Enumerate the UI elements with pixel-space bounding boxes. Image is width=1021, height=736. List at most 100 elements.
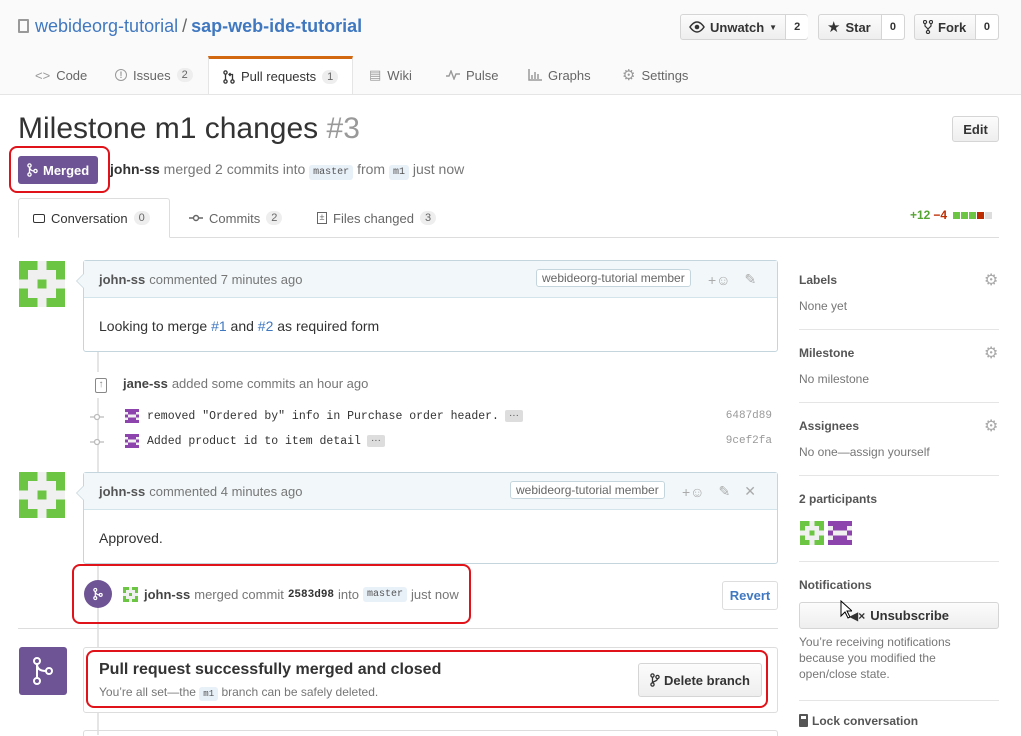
lock-conversation-link[interactable]: Lock conversation bbox=[799, 714, 918, 728]
eye-icon bbox=[689, 21, 705, 33]
comment-body: Approved. bbox=[99, 529, 163, 546]
comment-header: john-ss commented 7 minutes ago webideor… bbox=[84, 261, 777, 298]
revert-button[interactable]: Revert bbox=[722, 581, 778, 610]
merged-state-icon bbox=[19, 647, 67, 695]
pr-title-text: Milestone m1 changes bbox=[18, 112, 319, 145]
highlight-merged-badge bbox=[9, 146, 110, 193]
repo-owner-link[interactable]: webideorg-tutorial bbox=[35, 16, 178, 36]
head-branch: m1 bbox=[388, 165, 409, 180]
event-text: added some commits an hour ago bbox=[171, 376, 369, 391]
edit-title-button[interactable]: Edit bbox=[952, 116, 999, 142]
gear-icon[interactable]: ⚙ bbox=[984, 416, 998, 436]
star-count[interactable]: 0 bbox=[881, 15, 904, 39]
pencil-icon[interactable]: ✎ bbox=[744, 271, 756, 288]
lock-icon bbox=[799, 719, 808, 727]
timeline-divider bbox=[18, 628, 778, 629]
chevron-down-icon: ▼ bbox=[769, 22, 778, 32]
commit-message-link[interactable]: Added product id to item detail bbox=[147, 435, 361, 448]
tab-settings[interactable]: ⚙ Settings bbox=[622, 56, 688, 94]
tab-files-changed[interactable]: ± Files changed 3 bbox=[317, 198, 437, 238]
tab-pull-requests-label: Pull requests bbox=[241, 69, 317, 84]
highlight-merge-event bbox=[72, 564, 471, 624]
sidebar-assignees-heading[interactable]: Assignees bbox=[799, 419, 859, 433]
tab-conversation-label: Conversation bbox=[51, 210, 128, 226]
repo-icon bbox=[18, 19, 29, 33]
mouse-cursor-icon bbox=[840, 600, 852, 619]
comment-author-link[interactable]: john-ss bbox=[99, 272, 145, 287]
avatar[interactable] bbox=[19, 472, 65, 518]
unsubscribe-button[interactable]: ◀× Unsubscribe bbox=[799, 602, 999, 629]
conversation-counter: 0 bbox=[133, 211, 150, 225]
commit-sha-link[interactable]: 9cef2fa bbox=[726, 435, 772, 447]
gear-icon[interactable]: ⚙ bbox=[984, 270, 998, 290]
comment-form-edge bbox=[83, 730, 778, 736]
comment-header: john-ss commented 4 minutes ago webideor… bbox=[84, 473, 777, 510]
commit-icon bbox=[90, 436, 104, 446]
sidebar-assignees-value[interactable]: No one—assign yourself bbox=[799, 445, 930, 459]
sidebar-milestone-heading[interactable]: Milestone bbox=[799, 346, 854, 360]
commit-icon bbox=[189, 214, 203, 222]
tab-code[interactable]: <> Code bbox=[35, 56, 87, 94]
commit-icon bbox=[90, 411, 104, 421]
comment-author-link[interactable]: john-ss bbox=[99, 484, 145, 499]
star-button[interactable]: ★ Star 0 bbox=[818, 14, 905, 40]
tab-graphs[interactable]: Graphs bbox=[528, 56, 591, 94]
fork-count[interactable]: 0 bbox=[975, 15, 998, 39]
commit-message-link[interactable]: removed "Ordered by" info in Purchase or… bbox=[147, 410, 499, 423]
member-badge: webideorg-tutorial member bbox=[510, 481, 665, 499]
expand-commit-button[interactable]: ··· bbox=[504, 410, 523, 422]
tab-issues[interactable]: ! Issues 2 bbox=[115, 56, 193, 94]
watch-count[interactable]: 2 bbox=[786, 15, 809, 39]
tab-pulse-label: Pulse bbox=[466, 67, 499, 83]
tab-pulse[interactable]: Pulse bbox=[446, 56, 499, 94]
repo-name-link[interactable]: sap-web-ide-tutorial bbox=[191, 16, 362, 36]
tab-code-label: Code bbox=[56, 67, 88, 83]
avatar[interactable] bbox=[125, 434, 139, 448]
pr-author-link[interactable]: john-ss bbox=[110, 161, 160, 177]
unsubscribe-label: Unsubscribe bbox=[870, 608, 949, 623]
issue-icon: ! bbox=[115, 69, 127, 81]
repo-title: webideorg-tutorial / sap-web-ide-tutorial bbox=[18, 16, 362, 37]
notifications-text: You’re receiving notifications because y… bbox=[799, 635, 951, 681]
unwatch-button[interactable]: Unwatch ▼ 2 bbox=[680, 14, 809, 40]
star-icon: ★ bbox=[827, 19, 841, 36]
comment-timestamp[interactable]: commented 4 minutes ago bbox=[149, 484, 302, 499]
tab-pull-requests[interactable]: Pull requests 1 bbox=[208, 56, 354, 94]
avatar[interactable] bbox=[800, 521, 824, 545]
close-icon[interactable]: ✕ bbox=[744, 483, 756, 500]
issue-link-2[interactable]: #2 bbox=[258, 318, 274, 334]
avatar[interactable] bbox=[19, 261, 65, 307]
book-icon: ▤ bbox=[369, 67, 382, 82]
pencil-icon[interactable]: ✎ bbox=[718, 483, 730, 500]
repo-separator: / bbox=[182, 16, 188, 36]
tab-commits[interactable]: Commits 2 bbox=[189, 198, 283, 238]
repo-push-icon: ↑ bbox=[88, 372, 114, 398]
diffstat-bar bbox=[952, 208, 993, 222]
base-branch: master bbox=[309, 165, 354, 180]
sidebar-milestone-value: No milestone bbox=[799, 372, 870, 386]
expand-commit-button[interactable]: ··· bbox=[366, 435, 385, 447]
issue-link-1[interactable]: #1 bbox=[211, 318, 227, 334]
diffstat-deletions: −4 bbox=[933, 208, 948, 222]
event-author-link[interactable]: jane-ss bbox=[123, 376, 168, 391]
graph-icon bbox=[528, 69, 542, 81]
file-diff-icon: ± bbox=[317, 212, 327, 224]
member-badge: webideorg-tutorial member bbox=[536, 269, 691, 287]
sidebar-participants-heading: 2 participants bbox=[799, 492, 878, 506]
sidebar-labels-heading[interactable]: Labels bbox=[799, 273, 837, 287]
tab-wiki[interactable]: ▤ Wiki bbox=[369, 56, 412, 94]
tab-conversation[interactable]: Conversation 0 bbox=[18, 198, 170, 238]
avatar[interactable] bbox=[125, 409, 139, 423]
add-reaction-icon[interactable]: +☺ bbox=[682, 484, 704, 500]
comment-timestamp[interactable]: commented 7 minutes ago bbox=[149, 272, 302, 287]
comment-icon bbox=[33, 213, 45, 223]
add-reaction-icon[interactable]: +☺ bbox=[708, 272, 730, 288]
fork-button[interactable]: Fork 0 bbox=[914, 14, 999, 40]
commit-sha-link[interactable]: 6487d89 bbox=[726, 410, 772, 422]
avatar[interactable] bbox=[828, 521, 852, 545]
comment: john-ss commented 4 minutes ago webideor… bbox=[76, 472, 778, 564]
comment-body: Looking to merge #1 and #2 as required f… bbox=[84, 298, 777, 353]
comment-caret bbox=[76, 485, 84, 501]
gear-icon[interactable]: ⚙ bbox=[984, 343, 998, 363]
comment-text-mid: and bbox=[226, 317, 258, 334]
